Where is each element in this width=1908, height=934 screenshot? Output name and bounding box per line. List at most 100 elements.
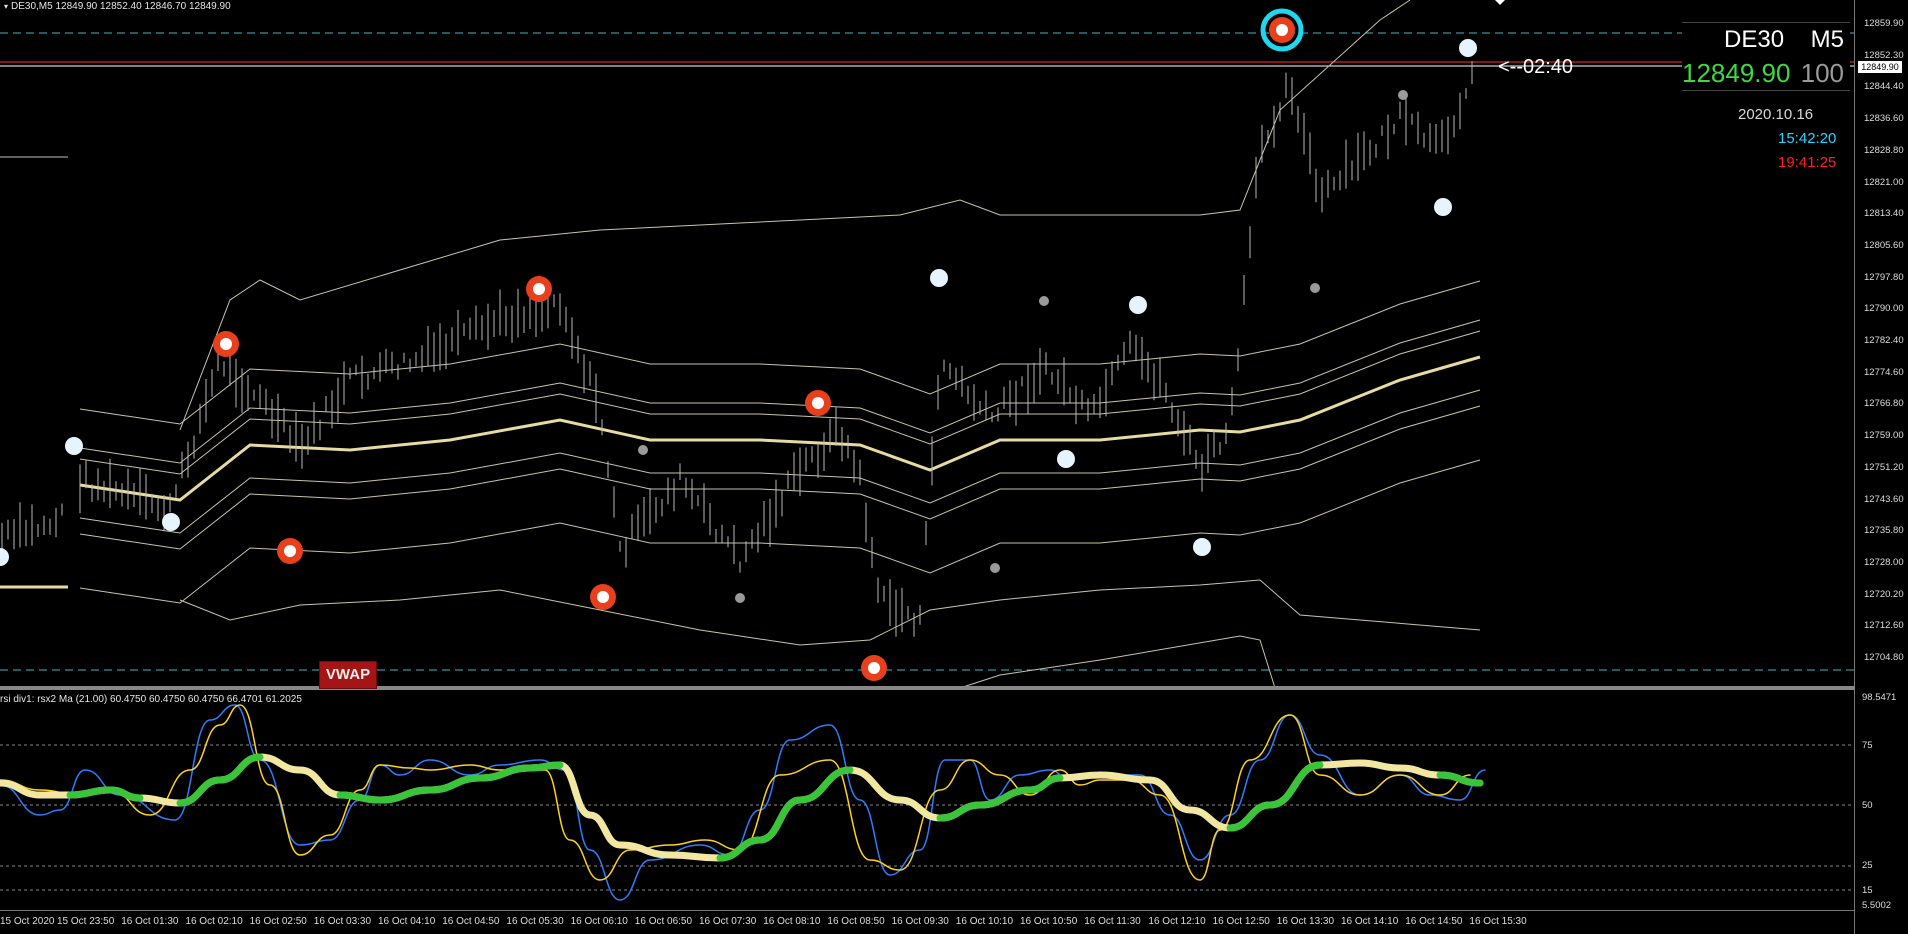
minor-marker xyxy=(990,563,1000,573)
rsx-ma-rising xyxy=(936,774,1064,822)
time-tick-label: 16 Oct 04:10 xyxy=(378,916,436,927)
time-tick-label: 16 Oct 14:10 xyxy=(1341,916,1399,927)
minor-marker xyxy=(1039,296,1049,306)
minor-marker xyxy=(735,593,745,603)
vwap-band-lowest xyxy=(959,635,1276,689)
indicator-max-label: 98.5471 xyxy=(1862,692,1897,703)
swing-marker-white xyxy=(1193,538,1211,556)
time-tick-label: 16 Oct 04:50 xyxy=(442,916,500,927)
time-tick-label: 16 Oct 13:30 xyxy=(1276,916,1335,927)
rsx-ma-rising xyxy=(66,786,144,802)
price-tick-label: 12821.00 xyxy=(1864,176,1904,188)
pane-separator[interactable] xyxy=(0,686,1855,690)
price-tick-label: 12790.00 xyxy=(1864,303,1904,315)
bid-price: 12849.90 xyxy=(1682,58,1791,88)
spread-value: 100 xyxy=(1800,58,1844,88)
price-tick-label: 12728.00 xyxy=(1864,556,1904,568)
time-tick-label: 16 Oct 01:30 xyxy=(121,916,179,927)
time-tick-label: 16 Oct 07:30 xyxy=(699,916,757,927)
swing-marker-white xyxy=(930,269,948,287)
time-tick-label: 16 Oct 08:50 xyxy=(827,916,885,927)
swing-marker-dot xyxy=(533,283,545,295)
time-tick-label: 16 Oct 12:50 xyxy=(1212,916,1270,927)
rsx-ma-rising xyxy=(1226,761,1324,832)
price-tick-label: 12828.80 xyxy=(1864,144,1904,156)
swing-marker-dot xyxy=(220,338,232,350)
arrow-marker xyxy=(1495,0,1505,5)
timeframe-label: M5 xyxy=(1810,26,1844,53)
time-axis-line xyxy=(0,910,1855,911)
time-tick-label: 16 Oct 09:30 xyxy=(891,916,949,927)
time-tick-label: 16 Oct 08:10 xyxy=(763,916,821,927)
swing-marker-white xyxy=(162,513,180,531)
time-tick-label: 16 Oct 14:50 xyxy=(1405,916,1463,927)
symbol-name: DE30 xyxy=(1724,26,1785,53)
time-tick-label: 16 Oct 15:30 xyxy=(1469,916,1527,927)
time-tick-label: 16 Oct 10:10 xyxy=(955,916,1014,927)
time-tick-label: 16 Oct 02:10 xyxy=(185,916,243,927)
local-time: 19:41:25 xyxy=(1778,154,1837,171)
rsx-fast-line xyxy=(0,704,1486,901)
price-tick-label: 12751.20 xyxy=(1864,461,1904,473)
server-time: 15:42:20 xyxy=(1778,130,1837,147)
level-label-50: 50 xyxy=(1862,800,1873,811)
time-tick-label: 16 Oct 06:10 xyxy=(570,916,628,927)
time-tick-label: 16 Oct 03:30 xyxy=(313,916,372,927)
rsx-ma-rising xyxy=(1436,771,1484,787)
vwap-band-lower xyxy=(179,579,1481,646)
price-tick-label: 12782.40 xyxy=(1864,335,1904,346)
level-label-15: 15 xyxy=(1862,885,1873,896)
time-tick-label: 15 Oct 2020 xyxy=(0,916,55,927)
swing-marker-white xyxy=(1057,450,1075,468)
price-tick-label: 12805.60 xyxy=(1864,239,1904,251)
price-tick-label: 12720.20 xyxy=(1864,588,1904,600)
indicator-title: rsi div1: rsx2 Ma (21.00) 60.4750 60.475… xyxy=(0,694,302,705)
swing-marker-dot xyxy=(597,591,609,603)
price-tick-label: 12852.30 xyxy=(1864,49,1904,61)
rsx-ma-rising xyxy=(716,766,854,862)
price-axis-line xyxy=(1854,0,1855,934)
price-tick-label: 12759.00 xyxy=(1864,430,1904,442)
price-tick-label: 12813.40 xyxy=(1864,208,1904,220)
price-chart-canvas[interactable] xyxy=(0,0,1908,934)
swing-marker-white xyxy=(0,548,9,566)
swing-marker-dot xyxy=(812,397,824,409)
level-label-75: 75 xyxy=(1862,740,1873,751)
swing-marker-white xyxy=(65,437,83,455)
panel-divider xyxy=(1682,90,1850,91)
price-tick-label: 12859.90 xyxy=(1864,18,1904,29)
price-tick-label: 12735.80 xyxy=(1864,525,1904,537)
current-price-badge: 12849.90 xyxy=(1858,61,1902,73)
time-tick-label: 16 Oct 05:30 xyxy=(506,916,564,927)
minor-marker xyxy=(1398,90,1408,100)
swing-marker-white xyxy=(1129,296,1147,314)
time-tick-label: 15 Oct 23:50 xyxy=(57,916,115,927)
time-tick-label: 16 Oct 11:30 xyxy=(1084,916,1141,927)
swing-marker-white xyxy=(1459,39,1477,57)
minor-marker xyxy=(638,445,648,455)
price-tick-label: 12712.60 xyxy=(1864,620,1904,632)
price-tick-label: 12797.80 xyxy=(1864,271,1904,283)
swing-marker-dot xyxy=(868,662,880,674)
time-tick-label: 16 Oct 02:50 xyxy=(249,916,307,927)
rsx-ma-rising xyxy=(176,753,264,807)
swing-marker-white xyxy=(1434,198,1452,216)
panel-divider xyxy=(1682,22,1850,23)
swing-marker-dot xyxy=(1276,24,1288,36)
vwap-band xyxy=(79,459,1481,604)
level-label-25: 25 xyxy=(1862,860,1873,871)
price-tick-label: 12844.40 xyxy=(1864,81,1904,93)
date-label: 2020.10.16 xyxy=(1738,106,1814,123)
vwap-band xyxy=(79,389,1481,534)
minor-marker xyxy=(1310,283,1320,293)
price-tick-label: 12774.60 xyxy=(1864,366,1904,378)
bar-countdown: <--02:40 xyxy=(1498,56,1574,78)
vwap-label[interactable]: VWAP xyxy=(319,661,377,689)
price-tick-label: 12836.60 xyxy=(1864,113,1904,125)
price-tick-label: 12743.60 xyxy=(1864,493,1904,505)
time-tick-label: 16 Oct 06:50 xyxy=(634,916,693,927)
price-tick-label: 12766.80 xyxy=(1864,398,1904,410)
swing-marker-dot xyxy=(284,545,296,557)
price-tick-label: 12704.80 xyxy=(1864,652,1904,663)
indicator-min-label: 5.5002 xyxy=(1862,900,1892,911)
